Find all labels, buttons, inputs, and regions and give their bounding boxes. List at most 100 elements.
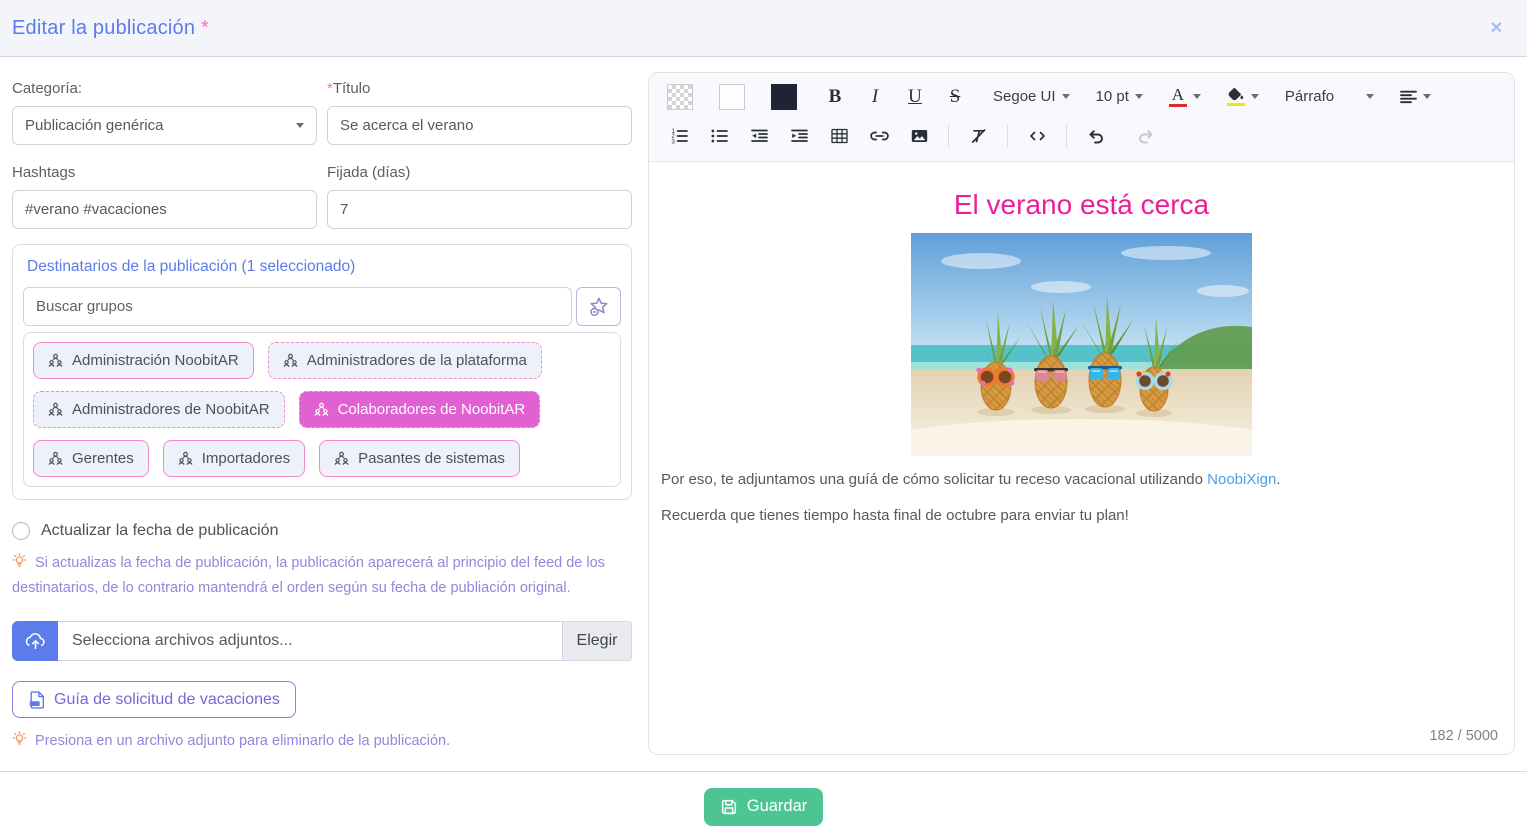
bold-button[interactable]: B [817,81,853,113]
pinned-days-input[interactable] [327,190,632,229]
star-minus-icon [588,296,610,318]
italic-icon: I [872,87,878,106]
group-chip-label: Importadores [202,450,290,467]
group-icon [334,451,349,466]
lightbulb-icon [12,557,27,573]
save-button[interactable]: Guardar [704,788,824,826]
group-chip-label: Administración NoobitAR [72,352,239,369]
font-size-select[interactable]: 10 pt [1090,81,1149,113]
dark-color-swatch[interactable] [765,81,803,113]
group-chip-selected[interactable]: Colaboradores de NoobitAR [299,391,541,428]
choose-file-button[interactable]: Elegir [563,621,632,661]
title-label: *Título [327,80,632,97]
code-view-button[interactable] [1019,120,1055,152]
edit-publication-modal: Editar la publicación * ✕ Categoría: Pub… [0,0,1527,826]
editor-content[interactable]: El verano está cerca [649,162,1514,754]
bold-icon: B [829,87,842,106]
white-color-swatch[interactable] [713,81,751,113]
attachment-chip-label: Guía de solicitud de vacaciones [54,691,280,709]
group-chip[interactable]: Gerentes [33,440,149,477]
close-icon[interactable]: ✕ [1486,14,1507,42]
image-button[interactable] [901,120,937,152]
update-date-checkbox[interactable] [12,522,30,540]
summer-pineapples-image [911,233,1252,456]
font-family-select[interactable]: Segoe UI [987,81,1076,113]
unordered-list-button[interactable] [701,120,737,152]
paragraph-text: . [1276,471,1280,488]
italic-button[interactable]: I [857,81,893,113]
table-button[interactable] [821,120,857,152]
title-input[interactable] [327,106,632,145]
group-chip[interactable]: Administradores de NoobitAR [33,391,285,428]
group-chip-list: Administración NoobitAR Administradores … [23,332,621,487]
font-size-value: 10 pt [1096,88,1129,105]
undo-button[interactable] [1078,120,1114,152]
clear-format-icon [970,128,987,144]
char-counter: 182 / 5000 [1429,728,1498,744]
white-swatch-icon [719,84,745,110]
hashtags-input[interactable] [12,190,317,229]
noobixign-link[interactable]: NoobiXign [1207,471,1276,488]
ordered-list-button[interactable]: 123 [661,120,697,152]
align-select[interactable] [1394,81,1437,113]
category-label: Categoría: [12,80,317,97]
group-icon [283,353,298,368]
rich-text-editor: B I U S Segoe UI 10 pt [648,57,1515,755]
attachments-upload: Elegir [12,621,632,661]
chevron-down-icon [1135,94,1143,99]
navy-swatch-icon [771,84,797,110]
chevron-down-icon [296,123,304,128]
link-button[interactable] [861,120,897,152]
upload-button[interactable] [12,621,58,661]
modal-footer: Guardar [0,771,1527,826]
modal-required-mark: * [201,17,209,39]
outdent-icon [751,128,768,144]
attachments-filename-input[interactable] [58,621,563,661]
paragraph-style-select[interactable]: Párrafo [1279,81,1380,113]
align-left-icon [1400,89,1417,105]
group-icon [48,353,63,368]
attachment-chip[interactable]: Guía de solicitud de vacaciones [12,681,296,718]
group-chip-label: Administradores de la plataforma [307,352,527,369]
underline-button[interactable]: U [897,81,933,113]
title-label-text: Título [333,80,371,97]
strikethrough-icon: S [950,87,961,106]
attachments-hint: Presiona en un archivo adjunto para elim… [12,730,632,755]
save-button-label: Guardar [747,797,808,816]
toolbar-divider [1066,124,1067,148]
outdent-button[interactable] [741,120,777,152]
editor-toolbar: B I U S Segoe UI 10 pt [649,73,1514,162]
clear-format-button[interactable] [960,120,996,152]
underline-icon: U [908,87,922,106]
group-chip[interactable]: Importadores [163,440,305,477]
attachments-hint-text: Presiona en un archivo adjunto para elim… [35,733,450,749]
search-groups-input[interactable] [23,287,572,326]
category-select[interactable]: Publicación genérica [12,106,317,145]
group-icon [314,402,329,417]
group-chip[interactable]: Administración NoobitAR [33,342,254,379]
strikethrough-button[interactable]: S [937,81,973,113]
toolbar-divider [1007,124,1008,148]
redo-button[interactable] [1128,120,1164,152]
recipients-legend: Destinatarios de la publicación (1 selec… [27,258,621,276]
indent-button[interactable] [781,120,817,152]
category-value: Publicación genérica [25,117,163,134]
table-icon [831,128,848,144]
docx-file-icon [28,690,46,709]
highlight-color-button[interactable] [1221,81,1265,113]
transparent-color-swatch[interactable] [661,81,699,113]
group-chip[interactable]: Pasantes de sistemas [319,440,520,477]
font-color-button[interactable]: A [1163,81,1207,113]
chevron-down-icon [1251,94,1259,99]
group-chip[interactable]: Administradores de la plataforma [268,342,542,379]
update-date-label: Actualizar la fecha de publicación [41,522,278,540]
paragraph-style-value: Párrafo [1285,88,1334,105]
image-icon [911,128,928,144]
group-icon [48,451,63,466]
post-paragraph: Recuerda que tienes tiempo hasta final d… [661,505,1502,528]
favorite-groups-button[interactable] [576,287,621,326]
chevron-down-icon [1062,94,1070,99]
post-heading: El verano está cerca [661,189,1502,221]
checkered-swatch-icon [667,84,693,110]
chevron-down-icon [1366,94,1374,99]
